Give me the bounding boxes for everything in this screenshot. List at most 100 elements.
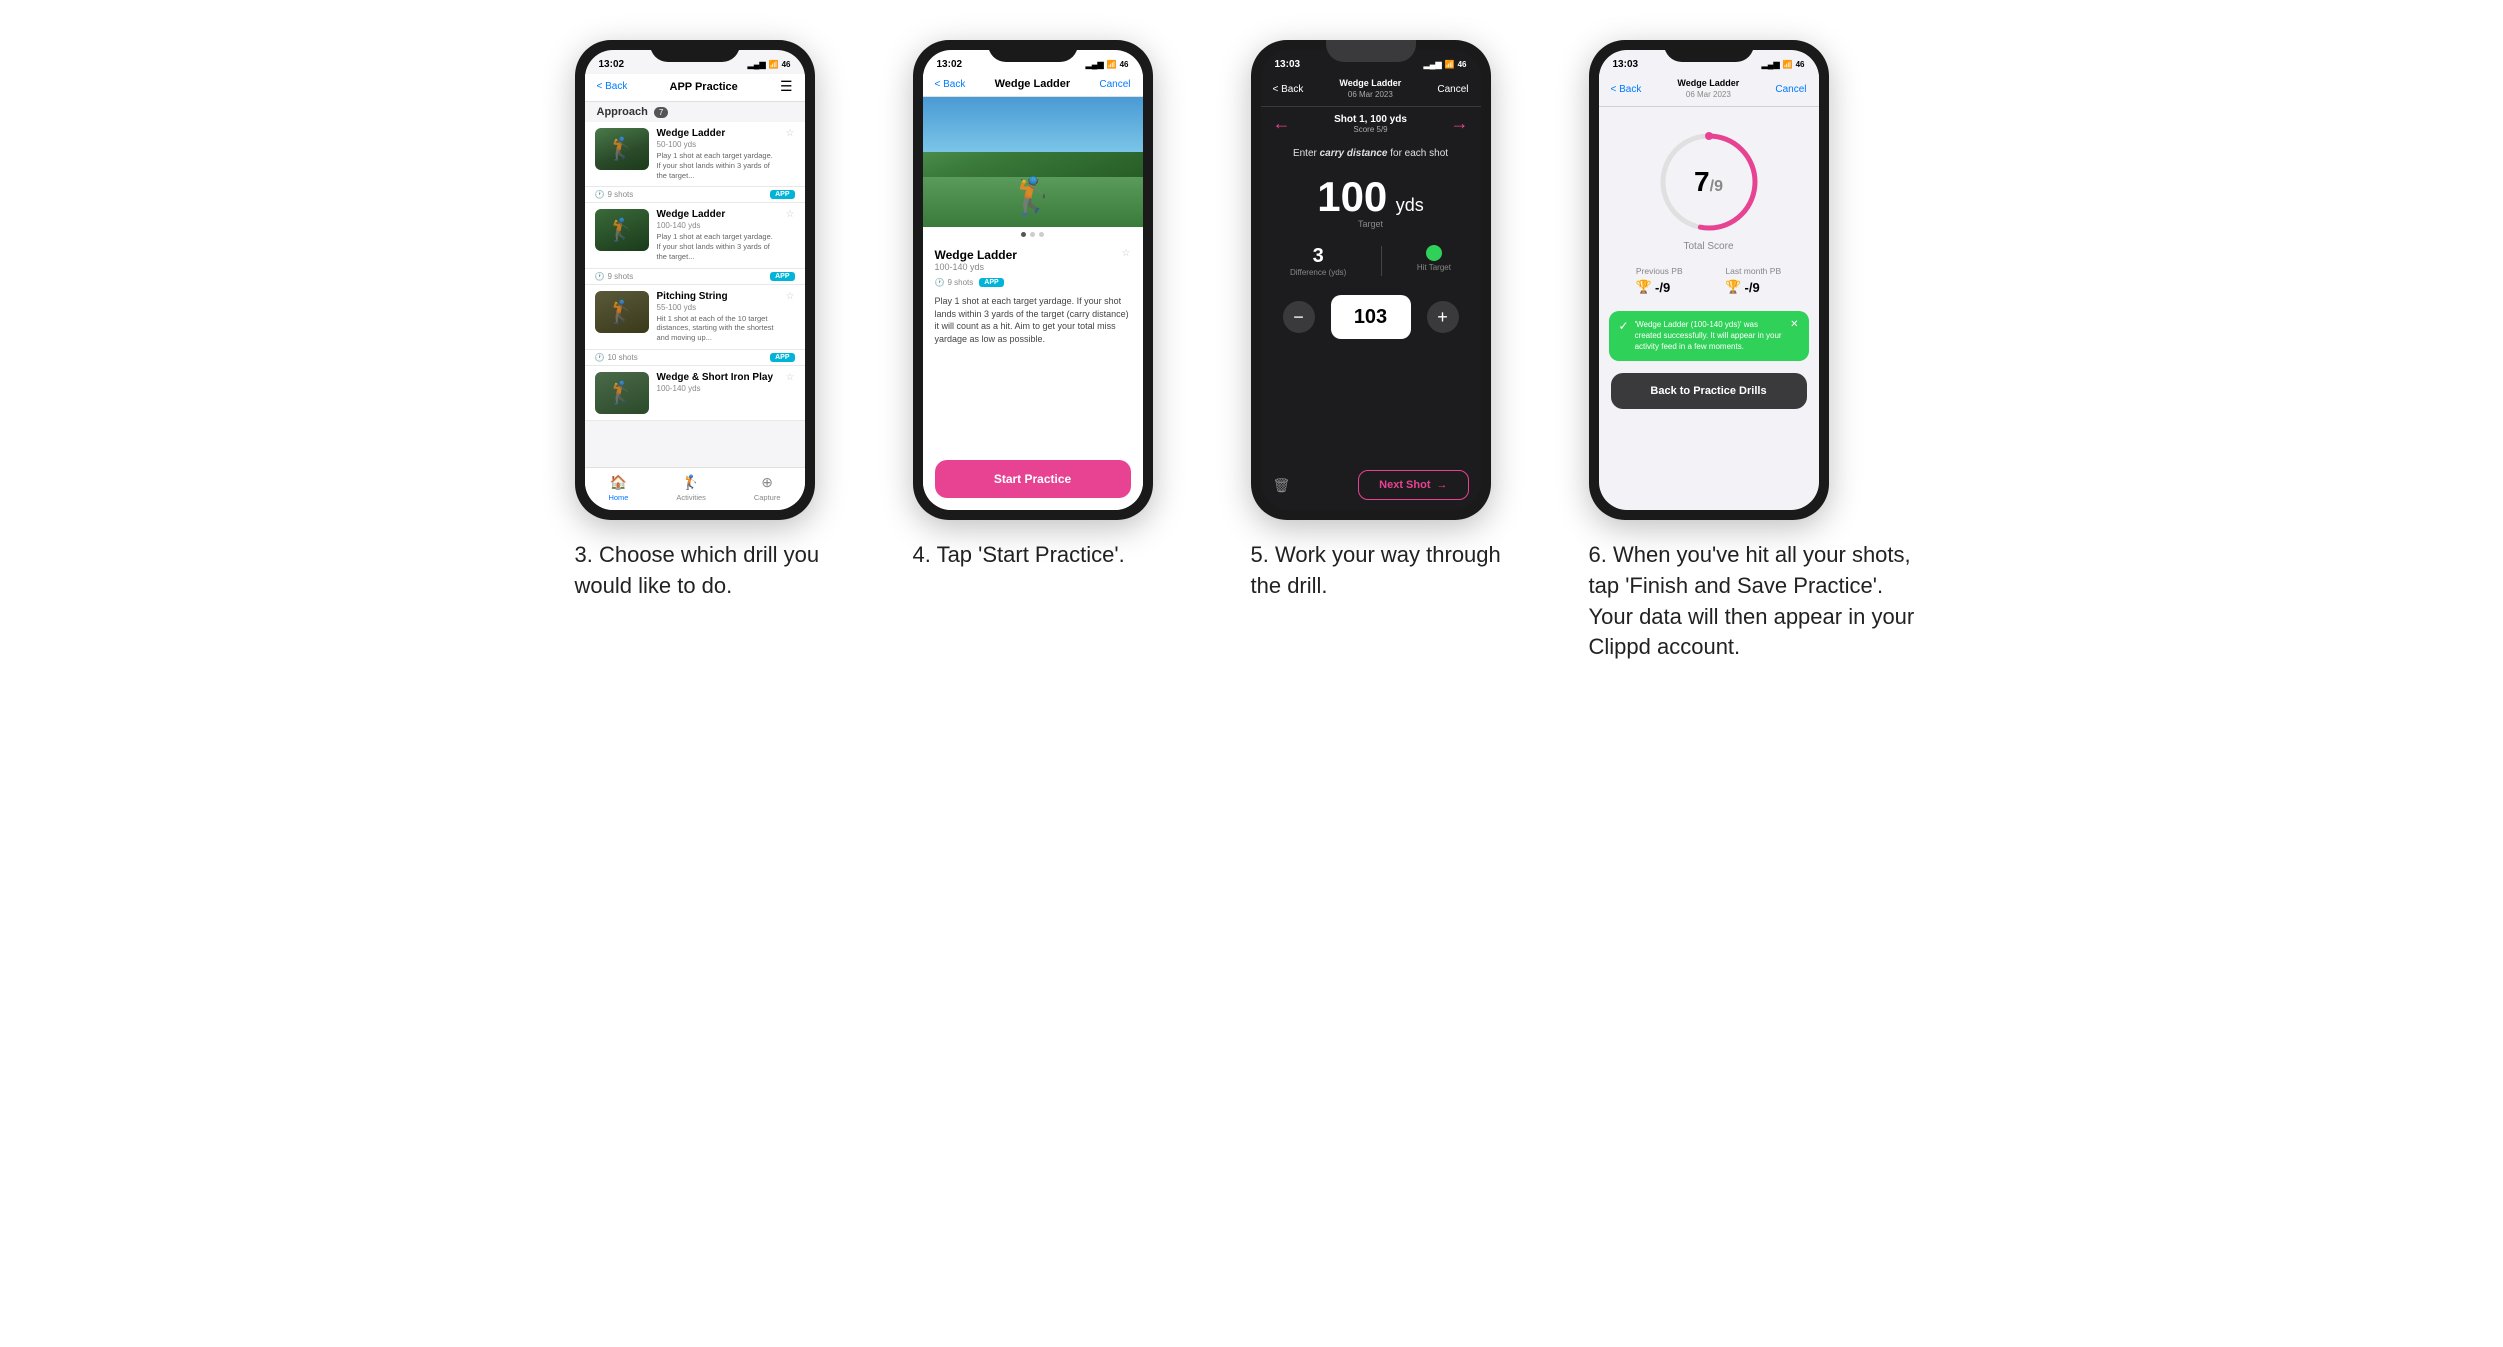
diff-value: 3 — [1290, 245, 1346, 268]
drill-footer-1: 🕐 9 shots APP — [585, 269, 805, 285]
pb-row: Previous PB 🏆 -/9 Last month PB 🏆 -/9 — [1599, 260, 1819, 305]
drill-info-3: Wedge & Short Iron Play 100-140 yds — [657, 372, 778, 395]
drill-footer-0: 🕐 9 shots APP — [585, 187, 805, 203]
tab-home[interactable]: 🏠 Home — [608, 474, 628, 502]
back-btn-3[interactable]: < Back — [1273, 84, 1304, 95]
nav-title-2: Wedge Ladder — [995, 78, 1071, 90]
phone-4: 13:03 ▂▄▆ 📶 46 < Back Wedge Ladder 06 Ma… — [1589, 40, 1829, 520]
start-practice-btn[interactable]: Start Practice — [935, 460, 1131, 498]
star-icon-0[interactable]: ☆ — [786, 128, 795, 139]
tab-activities[interactable]: 🏌️ Activities — [676, 474, 706, 502]
drill-desc-0: Play 1 shot at each target yardage. If y… — [657, 151, 778, 180]
back-btn-2[interactable]: < Back — [935, 79, 966, 90]
back-to-drills-btn[interactable]: Back to Practice Drills — [1611, 373, 1807, 409]
shot-title-block: Shot 1, 100 yds Score 5/9 — [1334, 114, 1407, 134]
star-icon-detail[interactable]: ☆ — [1122, 248, 1131, 259]
section-label-1: Approach — [597, 106, 648, 118]
phone-3-screen: 13:03 ▂▄▆ 📶 46 < Back Wedge Ladder 06 Ma… — [1261, 50, 1481, 510]
detail-content-2: Wedge Ladder 100-140 yds ☆ 🕐 9 shots APP… — [923, 240, 1143, 452]
star-icon-1[interactable]: ☆ — [786, 209, 795, 220]
clock-icon-0: 🕐 — [595, 190, 605, 199]
toast-text: 'Wedge Ladder (100-140 yds)' was created… — [1635, 319, 1785, 353]
signal-icon-3: ▂▄▆ — [1424, 60, 1442, 69]
drill-card-3[interactable]: 🏌️ Wedge & Short Iron Play 100-140 yds ☆ — [585, 366, 805, 421]
drill-desc-2: Hit 1 shot at each of the 10 target dist… — [657, 314, 778, 343]
drill-thumb-2: 🏌️ — [595, 291, 649, 333]
detail-yardage-2: 100-140 yds — [935, 262, 1017, 272]
app-badge-1: APP — [770, 272, 794, 281]
success-toast: ✓ 'Wedge Ladder (100-140 yds)' was creat… — [1609, 311, 1809, 361]
phone-4-screen: 13:03 ▂▄▆ 📶 46 < Back Wedge Ladder 06 Ma… — [1599, 50, 1819, 510]
score-circle: 7/9 — [1654, 127, 1764, 237]
drill-footer-2: 🕐 10 shots APP — [585, 350, 805, 366]
nav-bar-4: < Back Wedge Ladder 06 Mar 2023 Cancel — [1599, 74, 1819, 107]
notch-4 — [1664, 40, 1754, 62]
battery-icon-4: 46 — [1796, 60, 1805, 69]
clock-icon-2: 🕐 — [595, 353, 605, 362]
enter-label: Enter carry distance for each shot — [1261, 140, 1481, 163]
drill-yardage-0: 50-100 yds — [657, 140, 778, 149]
hero-sky — [923, 97, 1143, 152]
signal-icon-4: ▂▄▆ — [1762, 60, 1780, 69]
detail-title-2: Wedge Ladder — [935, 248, 1017, 262]
drill-title-2: Pitching String — [657, 291, 778, 302]
notch-3 — [1326, 40, 1416, 62]
status-icons-2: ▂▄▆ 📶 46 — [1086, 60, 1129, 69]
input-row: − 103 + — [1261, 283, 1481, 351]
nav-title-1: APP Practice — [670, 81, 738, 93]
phone-column-3: 13:03 ▂▄▆ 📶 46 < Back Wedge Ladder 06 Ma… — [1251, 40, 1561, 602]
cancel-btn-4[interactable]: Cancel — [1775, 84, 1806, 95]
nav-bar-1: < Back APP Practice ☰ — [585, 74, 805, 102]
prev-pb-value: 🏆 -/9 — [1636, 279, 1683, 295]
status-icons-3: ▂▄▆ 📶 46 — [1424, 60, 1467, 69]
phone-column-1: 13:02 ▂▄▆ 📶 46 < Back APP Practice ☰ App… — [575, 40, 885, 602]
status-icons-4: ▂▄▆ 📶 46 — [1762, 60, 1805, 69]
menu-icon-1[interactable]: ☰ — [780, 78, 793, 95]
drill-thumb-3: 🏌️ — [595, 372, 649, 414]
next-shot-btn[interactable]: Next Shot → — [1358, 470, 1468, 500]
distance-input[interactable]: 103 — [1331, 295, 1411, 339]
increment-btn[interactable]: + — [1427, 301, 1459, 333]
tab-bar-1: 🏠 Home 🏌️ Activities ⊕ Capture — [585, 467, 805, 510]
signal-icon-2: ▂▄▆ — [1086, 60, 1104, 69]
target-value: 100 — [1317, 173, 1387, 221]
next-arrow[interactable]: → — [1451, 113, 1469, 134]
hero-golfer: 🏌️ — [1010, 175, 1055, 217]
drill-yardage-1: 100-140 yds — [657, 221, 778, 230]
cancel-btn-3[interactable]: Cancel — [1437, 84, 1468, 95]
back-btn-1[interactable]: < Back — [597, 81, 628, 92]
shot-nav: ← Shot 1, 100 yds Score 5/9 → — [1261, 107, 1481, 140]
nav-bar-3: < Back Wedge Ladder 06 Mar 2023 Cancel — [1261, 74, 1481, 107]
shot-score: Score 5/9 — [1334, 125, 1407, 134]
star-icon-2[interactable]: ☆ — [786, 291, 795, 302]
last-month-pb: Last month PB 🏆 -/9 — [1725, 266, 1781, 295]
check-icon: ✓ — [1619, 319, 1629, 333]
toast-close-icon[interactable]: ✕ — [1790, 319, 1798, 330]
drill-card-2[interactable]: 🏌️ Pitching String 55-100 yds Hit 1 shot… — [585, 285, 805, 350]
drill-desc-1: Play 1 shot at each target yardage. If y… — [657, 232, 778, 261]
dot-1 — [1021, 232, 1026, 237]
hit-label: Hit Target — [1417, 263, 1451, 272]
star-icon-3[interactable]: ☆ — [786, 372, 795, 383]
status-time-1: 13:02 — [599, 59, 625, 70]
back-btn-4[interactable]: < Back — [1611, 84, 1642, 95]
prev-arrow[interactable]: ← — [1273, 113, 1291, 134]
drill-hero-2: 🏌️ — [923, 97, 1143, 227]
tab-capture[interactable]: ⊕ Capture — [754, 474, 781, 502]
detail-title-block: Wedge Ladder 100-140 yds — [935, 248, 1017, 275]
drill-thumb-1: 🏌️ — [595, 209, 649, 251]
wifi-icon-2: 📶 — [1107, 60, 1117, 69]
decrement-btn[interactable]: − — [1283, 301, 1315, 333]
dot-indicators — [923, 227, 1143, 240]
dot-2 — [1030, 232, 1035, 237]
cancel-btn-2[interactable]: Cancel — [1099, 79, 1130, 90]
trash-icon[interactable]: 🗑 — [1273, 477, 1291, 494]
drill-card-0[interactable]: 🏌️ Wedge Ladder 50-100 yds Play 1 shot a… — [585, 122, 805, 187]
drill-card-1[interactable]: 🏌️ Wedge Ladder 100-140 yds Play 1 shot … — [585, 203, 805, 268]
notch-2 — [988, 40, 1078, 62]
hit-dot — [1426, 245, 1442, 261]
phone-2-screen: 13:02 ▂▄▆ 📶 46 < Back Wedge Ladder Cance… — [923, 50, 1143, 510]
nav-bar-2: < Back Wedge Ladder Cancel — [923, 74, 1143, 97]
phone-column-4: 13:03 ▂▄▆ 📶 46 < Back Wedge Ladder 06 Ma… — [1589, 40, 1929, 663]
drill-list-1: 🏌️ Wedge Ladder 50-100 yds Play 1 shot a… — [585, 122, 805, 467]
